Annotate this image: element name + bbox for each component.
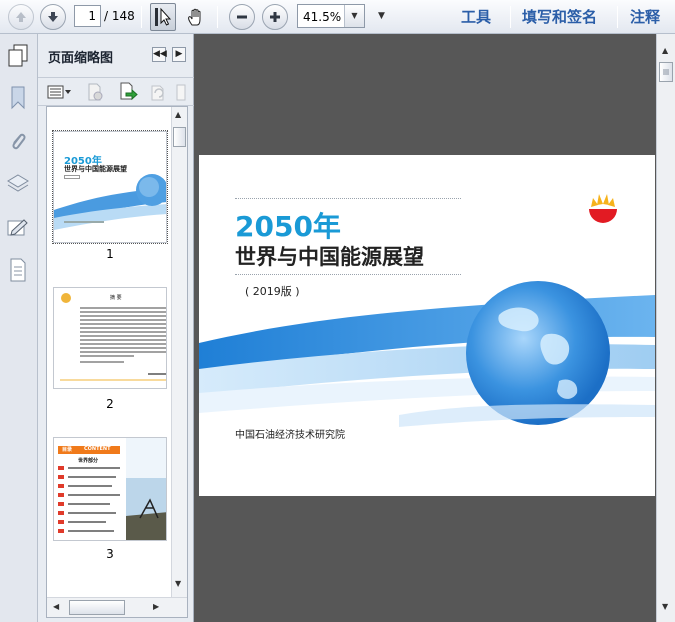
toolbar-divider xyxy=(217,6,218,28)
panel-header: 页面缩略图 ◀◀ ▶ xyxy=(38,34,194,78)
cover-institute: 中国石油经济技术研究院 xyxy=(235,430,345,441)
rotate-icon xyxy=(151,85,164,101)
document-vertical-scrollbar[interactable]: ▲ ▼ xyxy=(656,34,675,622)
attachments-button[interactable] xyxy=(5,128,31,156)
bookmarks-button[interactable] xyxy=(5,84,31,112)
zoom-out-button[interactable] xyxy=(229,4,255,30)
thumbnail-section-label: 世界部分 xyxy=(78,458,99,464)
page-number-input[interactable]: 1 xyxy=(74,5,101,27)
grip-icon xyxy=(663,69,669,75)
toolbar-divider xyxy=(510,6,511,28)
more-page-options-button[interactable] xyxy=(174,82,188,102)
title-top-rule xyxy=(235,198,461,199)
extract-page-button[interactable] xyxy=(117,82,139,102)
panel-menu-button[interactable]: ▶ xyxy=(172,47,186,62)
document-page-1: 2050年 世界与中国能源展望 ( 2019版 ) 中国石油经济技术研究院 xyxy=(199,155,655,496)
page-icon xyxy=(176,84,186,101)
cover-main-title: 世界与中国能源展望 xyxy=(235,245,424,269)
thumbnail-oilfield-image xyxy=(58,438,166,540)
document-viewport[interactable]: 2050年 世界与中国能源展望 ( 2019版 ) 中国石油经济技术研究院 xyxy=(194,34,656,622)
navigation-rail xyxy=(0,34,38,622)
thumbnail-heading: 摘 要 xyxy=(110,295,122,301)
hand-icon xyxy=(188,8,201,26)
previous-page-button[interactable] xyxy=(8,4,34,30)
thumbnail-title: 世界与中国能源展望 xyxy=(64,165,127,173)
minus-icon xyxy=(237,15,247,19)
toolbar-divider xyxy=(617,6,618,28)
page-thumbnails-button[interactable] xyxy=(5,42,31,70)
document-icon xyxy=(10,258,26,282)
zoom-in-button[interactable] xyxy=(262,4,288,30)
main-toolbar: 1 / 148 41.5% ▼ ▼ 工具 填写和签名 注释 xyxy=(0,0,675,34)
collapse-panel-button[interactable]: ◀◀ xyxy=(152,47,167,62)
plus-icon xyxy=(270,12,280,22)
tools-link[interactable]: 工具 xyxy=(461,6,491,27)
scroll-down-icon[interactable]: ▼ xyxy=(175,579,181,588)
zoom-level-select[interactable]: 41.5% ▼ xyxy=(297,4,365,28)
thumbnail-label: 1 xyxy=(106,247,114,261)
bookmark-icon xyxy=(11,86,25,110)
page-arrow-icon xyxy=(120,82,138,101)
scroll-up-icon[interactable]: ▲ xyxy=(175,110,181,119)
list-options-icon xyxy=(47,85,71,99)
toolbar-divider xyxy=(141,6,142,28)
thumbnail-content-label: CONTENT xyxy=(84,446,111,452)
thumbnail-edition-box xyxy=(64,175,80,179)
signature-pen-icon xyxy=(7,219,28,236)
comment-link[interactable]: 注释 xyxy=(630,6,660,27)
thumbnail-page-2[interactable]: 摘 要 xyxy=(53,287,167,389)
thumbnail-label: 2 xyxy=(106,397,114,411)
cover-edition: ( 2019版 ) xyxy=(245,285,300,298)
arrow-up-icon xyxy=(16,12,26,22)
thumbnail-label: 3 xyxy=(106,547,114,561)
scroll-left-icon[interactable]: ◀ xyxy=(53,602,59,611)
scroll-down-icon[interactable]: ▼ xyxy=(662,602,668,611)
scroll-thumb[interactable] xyxy=(69,600,125,615)
panel-title: 页面缩略图 xyxy=(48,51,114,66)
double-chevron-left-icon: ◀◀ xyxy=(153,49,167,59)
thumbnail-horizontal-scrollbar[interactable]: ◀ ▶ xyxy=(47,597,187,617)
signatures-button[interactable] xyxy=(5,214,31,242)
thumbnail-page-1[interactable]: 2050年 世界与中国能源展望 xyxy=(52,130,168,244)
select-tool-button[interactable] xyxy=(150,3,176,31)
layers-icon xyxy=(7,174,29,192)
pages-icon xyxy=(8,44,28,67)
cursor-arrow-icon xyxy=(155,7,172,26)
scroll-up-icon[interactable]: ▲ xyxy=(662,46,668,55)
thumbnail-menu-label: 目录 xyxy=(62,447,73,453)
company-logo xyxy=(589,194,617,223)
title-bottom-rule xyxy=(235,274,461,275)
chevron-down-icon[interactable]: ▼ xyxy=(344,5,364,27)
thumbnail-footer-text xyxy=(64,221,104,223)
arrow-down-icon xyxy=(48,12,58,22)
thumbnail-vertical-scrollbar[interactable]: ▲ ▼ xyxy=(171,107,187,597)
scroll-right-icon[interactable]: ▶ xyxy=(153,602,159,611)
page-thumbnails-panel: 页面缩略图 ◀◀ ▶ 2050年 世界与中国能源展望 1 摘 要 2 目录 CO… xyxy=(38,34,194,622)
chevron-right-icon: ▶ xyxy=(175,49,183,59)
thumbnail-page-3[interactable]: 目录 CONTENT 世界部分 xyxy=(53,437,167,541)
scroll-thumb[interactable] xyxy=(173,127,186,147)
paperclip-icon xyxy=(12,133,26,150)
rotate-page-button[interactable] xyxy=(147,82,169,102)
layers-button[interactable] xyxy=(5,170,31,198)
content-button[interactable] xyxy=(5,256,31,284)
delete-page-icon xyxy=(88,83,103,101)
hand-tool-button[interactable] xyxy=(183,3,209,31)
globe-icon xyxy=(466,281,610,425)
delete-page-button[interactable] xyxy=(84,82,106,102)
more-tools-dropdown[interactable]: ▼ xyxy=(378,11,385,21)
thumbnail-list[interactable]: 2050年 世界与中国能源展望 1 摘 要 2 目录 CONTENT 世界部分 … xyxy=(46,106,188,618)
options-menu-button[interactable] xyxy=(46,82,74,102)
page-total-label: / 148 xyxy=(104,9,135,23)
next-page-button[interactable] xyxy=(40,4,66,30)
scroll-thumb[interactable] xyxy=(659,62,673,82)
cover-year-title: 2050年 xyxy=(235,210,341,243)
thumbnail-cover-image xyxy=(54,174,166,230)
thumbnail-abstract-image xyxy=(60,293,166,381)
panel-toolbar xyxy=(38,78,194,106)
fill-and-sign-link[interactable]: 填写和签名 xyxy=(522,6,597,27)
zoom-value: 41.5% xyxy=(303,10,342,24)
